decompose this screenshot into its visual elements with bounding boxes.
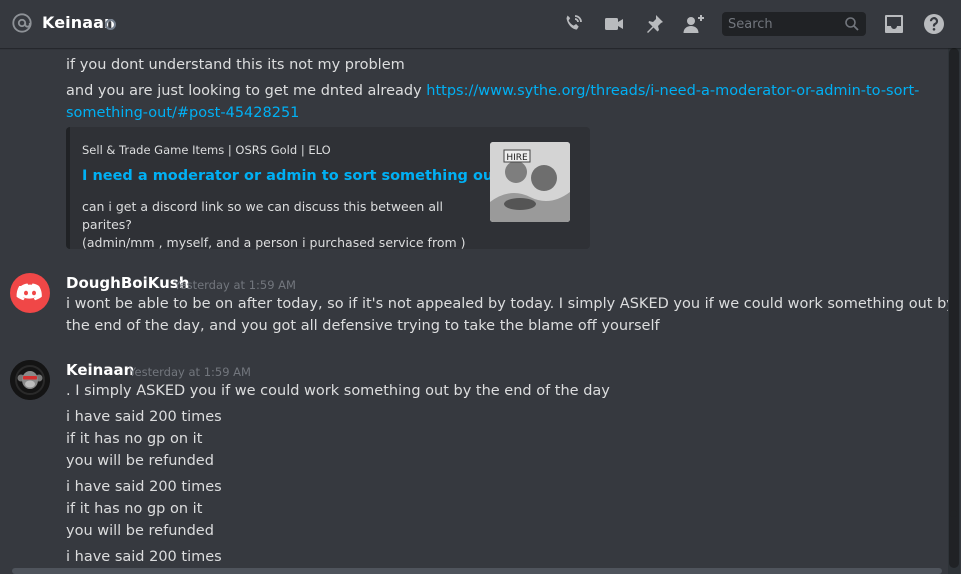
message-line: i have said 200 times — [66, 549, 222, 565]
thumbnail-image: HIRE — [490, 142, 570, 222]
message-timestamp: Yesterday at 1:59 AM — [129, 365, 251, 379]
message-line: i have said 200 times — [66, 409, 222, 425]
message-line: if it has no gp on it — [66, 431, 203, 447]
message-line: i wont be able to be on after today, so … — [66, 296, 948, 312]
pin-icon[interactable] — [642, 12, 666, 36]
message-line: i have said 200 times — [66, 479, 222, 495]
monkey-avatar-image — [10, 360, 50, 400]
thumbnail-text: HIRE — [506, 153, 528, 163]
message-text: and you are just looking to get me dnted… — [66, 83, 427, 99]
avatar[interactable] — [10, 273, 50, 313]
phone-call-icon[interactable] — [561, 12, 585, 36]
video-call-icon[interactable] — [602, 12, 626, 36]
status-offline-icon — [105, 19, 116, 30]
search-box[interactable] — [722, 12, 866, 36]
search-input[interactable] — [722, 12, 838, 36]
embed-thumbnail[interactable]: HIRE — [490, 142, 570, 222]
horizontal-scrollbar[interactable] — [12, 568, 942, 574]
message-timestamp: Yesterday at 1:59 AM — [174, 278, 296, 292]
message-link[interactable]: something-out/#post-45428251 — [66, 105, 299, 121]
avatar[interactable] — [10, 360, 50, 400]
message-author[interactable]: DoughBoiKush — [66, 274, 189, 292]
embed-description: can i get a discord link so we can discu… — [82, 198, 482, 252]
message-line: and you are just looking to get me dnted… — [66, 83, 919, 99]
channel-header: Keinaan — [0, 0, 961, 48]
scrollbar-thumb[interactable] — [949, 48, 959, 568]
message-list: if you dont understand this its not my p… — [0, 48, 948, 574]
search-icon[interactable] — [844, 16, 860, 32]
message-line: you will be refunded — [66, 523, 214, 539]
message-line: you will be refunded — [66, 453, 214, 469]
embed-description-line: (admin/mm , myself, and a person i purch… — [82, 235, 466, 250]
scroll-indicator — [950, 510, 957, 517]
at-icon — [12, 13, 32, 33]
message-line: if you dont understand this its not my p… — [66, 57, 405, 73]
message-line: if it has no gp on it — [66, 501, 203, 517]
message-author[interactable]: Keinaan — [66, 361, 134, 379]
embed-provider: Sell & Trade Game Items | OSRS Gold | EL… — [82, 143, 331, 157]
link-embed: Sell & Trade Game Items | OSRS Gold | EL… — [66, 127, 590, 252]
embed-description-line: can i get a discord link so we can discu… — [82, 199, 443, 232]
message-link[interactable]: https://www.sythe.org/threads/i-need-a-m… — [426, 83, 919, 99]
inbox-icon[interactable] — [882, 12, 906, 36]
message-line: something-out/#post-45428251 — [66, 105, 299, 121]
help-icon[interactable] — [922, 12, 946, 36]
embed-title-link[interactable]: I need a moderator or admin to sort some… — [82, 168, 500, 184]
message-line: . I simply ASKED you if we could work so… — [66, 383, 610, 399]
message-line: the end of the day, and you got all defe… — [66, 318, 660, 334]
discord-logo-icon — [16, 283, 42, 301]
add-friend-icon[interactable] — [682, 12, 706, 36]
